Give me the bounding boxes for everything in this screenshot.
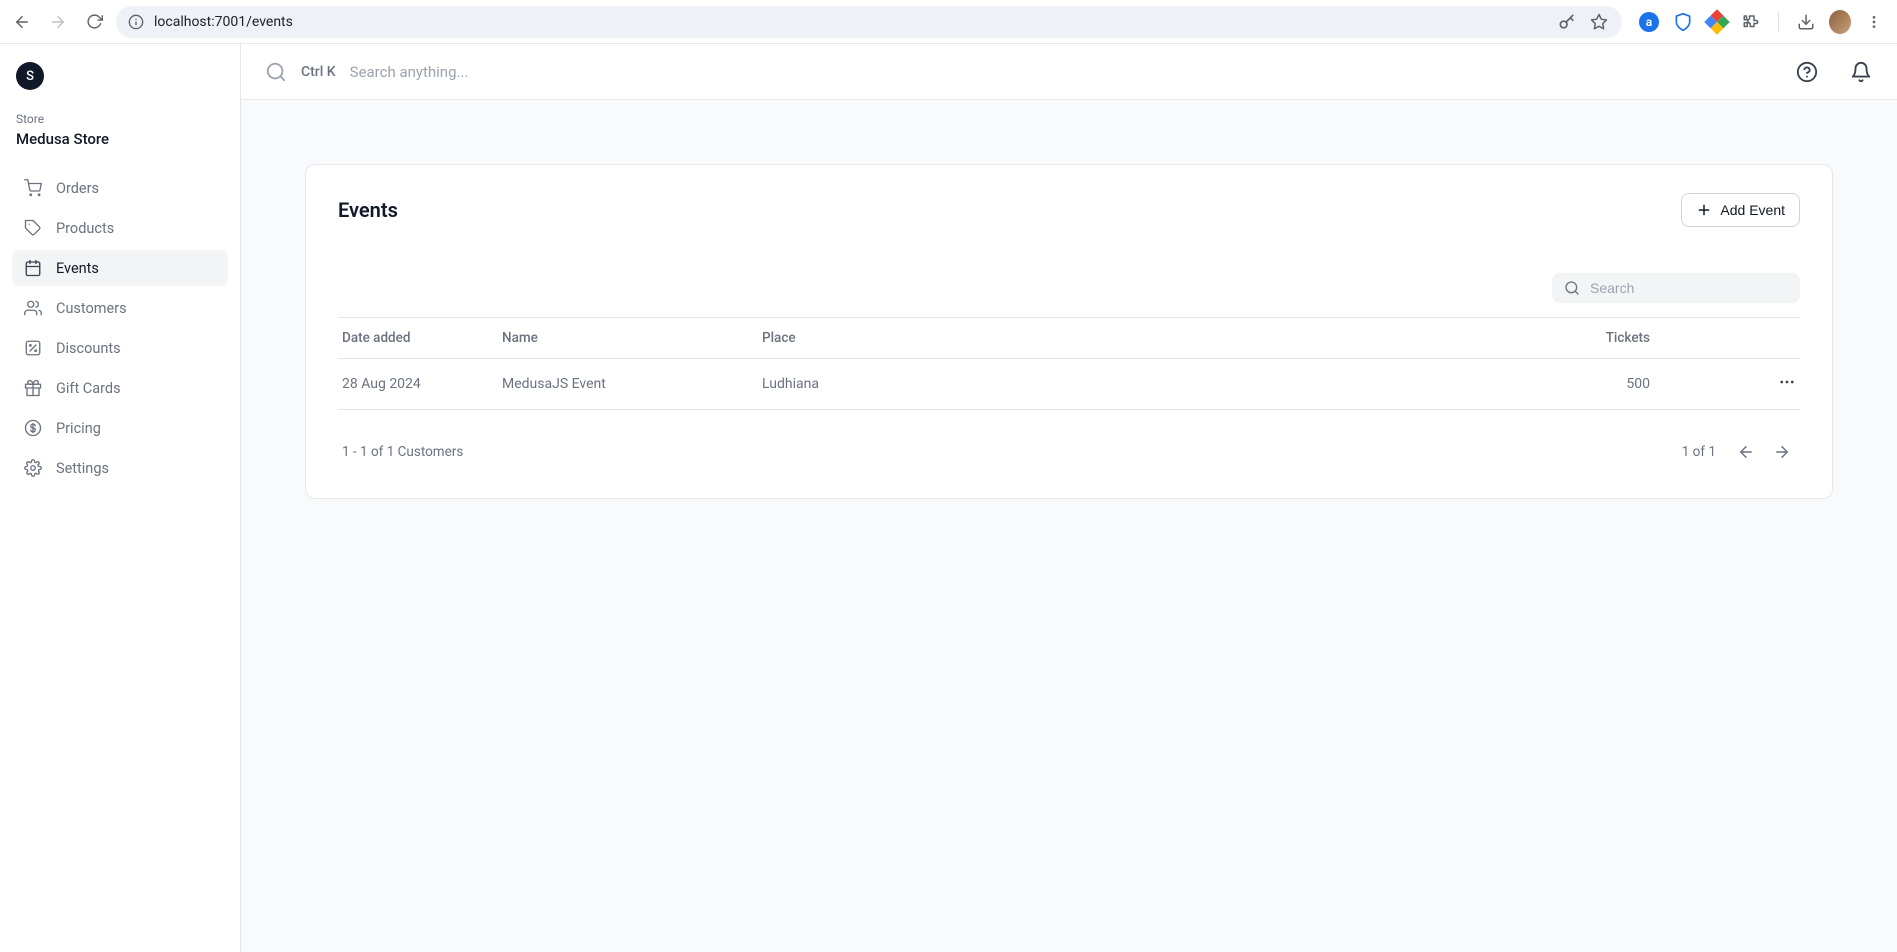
sidebar-item-settings[interactable]: Settings <box>12 450 228 486</box>
browser-extensions-area: a <box>1630 11 1889 33</box>
calendar-icon <box>24 259 42 277</box>
col-tickets: Tickets <box>1500 318 1760 359</box>
col-name: Name <box>498 318 758 359</box>
browser-url-text: localhost:7001/events <box>154 14 293 30</box>
password-key-icon[interactable] <box>1556 11 1578 33</box>
sidebar-item-customers[interactable]: Customers <box>12 290 228 326</box>
extension-shield-icon[interactable] <box>1672 11 1694 33</box>
global-search-placeholder[interactable]: Search anything... <box>350 63 469 81</box>
bell-icon[interactable] <box>1849 60 1873 84</box>
extension-color-icon[interactable] <box>1706 11 1728 33</box>
sidebar-item-discounts[interactable]: Discounts <box>12 330 228 366</box>
sidebar-item-label: Settings <box>56 460 109 477</box>
sidebar-item-label: Products <box>56 220 114 237</box>
percent-icon <box>24 339 42 357</box>
sidebar-item-label: Gift Cards <box>56 380 121 397</box>
col-date: Date added <box>338 318 498 359</box>
sidebar: S Store Medusa Store Orders Products Eve <box>0 44 241 952</box>
extensions-puzzle-icon[interactable] <box>1740 11 1762 33</box>
browser-url-bar[interactable]: localhost:7001/events <box>116 6 1622 38</box>
extension-a-icon[interactable]: a <box>1638 11 1660 33</box>
table-search-field[interactable] <box>1552 273 1800 303</box>
sidebar-item-label: Events <box>56 260 99 277</box>
browser-menu-icon[interactable] <box>1863 11 1885 33</box>
profile-avatar[interactable] <box>1829 11 1851 33</box>
more-horizontal-icon <box>1778 373 1796 391</box>
sidebar-item-label: Pricing <box>56 420 101 437</box>
cell-place: Ludhiana <box>758 359 1500 410</box>
dollar-icon <box>24 419 42 437</box>
events-table: Date added Name Place Tickets 28 Aug 202… <box>338 317 1800 410</box>
help-icon[interactable] <box>1795 60 1819 84</box>
gear-icon <box>24 459 42 477</box>
pager-summary: 1 - 1 of 1 Customers <box>342 444 463 460</box>
page-title: Events <box>338 198 398 222</box>
downloads-icon[interactable] <box>1795 11 1817 33</box>
search-icon[interactable] <box>265 61 287 83</box>
sidebar-item-events[interactable]: Events <box>12 250 228 286</box>
add-event-button[interactable]: Add Event <box>1681 193 1800 227</box>
sidebar-item-label: Customers <box>56 300 127 317</box>
pager-next-button[interactable] <box>1768 438 1796 466</box>
sidebar-item-products[interactable]: Products <box>12 210 228 246</box>
cart-icon <box>24 179 42 197</box>
store-name: Medusa Store <box>16 130 228 148</box>
add-event-label: Add Event <box>1720 202 1785 218</box>
sidebar-item-gift-cards[interactable]: Gift Cards <box>12 370 228 406</box>
store-avatar[interactable]: S <box>16 62 44 90</box>
cell-date: 28 Aug 2024 <box>338 359 498 410</box>
table-row[interactable]: 28 Aug 2024 MedusaJS Event Ludhiana 500 <box>338 359 1800 410</box>
plus-icon <box>1696 202 1712 218</box>
sidebar-nav: Orders Products Events Customers <box>12 170 228 486</box>
row-actions-button[interactable] <box>1778 373 1796 391</box>
topbar: Ctrl K Search anything... <box>241 44 1897 100</box>
site-info-icon[interactable] <box>128 14 144 30</box>
sidebar-item-label: Orders <box>56 180 99 197</box>
browser-back-button[interactable] <box>8 8 36 36</box>
main: Ctrl K Search anything... Events Add Eve… <box>241 44 1897 952</box>
pager-page-of: 1 of 1 <box>1682 444 1716 460</box>
users-icon <box>24 299 42 317</box>
table-search-icon <box>1564 280 1580 296</box>
search-shortcut-label: Ctrl K <box>301 64 336 80</box>
store-category-label: Store <box>16 112 228 126</box>
browser-reload-button[interactable] <box>80 8 108 36</box>
cell-name: MedusaJS Event <box>498 359 758 410</box>
col-place: Place <box>758 318 1500 359</box>
events-card: Events Add Event <box>305 164 1833 499</box>
table-search-input[interactable] <box>1590 280 1788 296</box>
browser-chrome: localhost:7001/events a <box>0 0 1897 44</box>
gift-icon <box>24 379 42 397</box>
tag-icon <box>24 219 42 237</box>
pager: 1 - 1 of 1 Customers 1 of 1 <box>338 410 1800 486</box>
browser-forward-button[interactable] <box>44 8 72 36</box>
pager-prev-button[interactable] <box>1732 438 1760 466</box>
sidebar-item-label: Discounts <box>56 340 121 357</box>
sidebar-item-pricing[interactable]: Pricing <box>12 410 228 446</box>
bookmark-star-icon[interactable] <box>1588 11 1610 33</box>
chrome-divider <box>1778 12 1779 32</box>
content-area: Events Add Event <box>241 100 1897 952</box>
col-actions <box>1760 318 1800 359</box>
cell-tickets: 500 <box>1500 359 1760 410</box>
sidebar-item-orders[interactable]: Orders <box>12 170 228 206</box>
